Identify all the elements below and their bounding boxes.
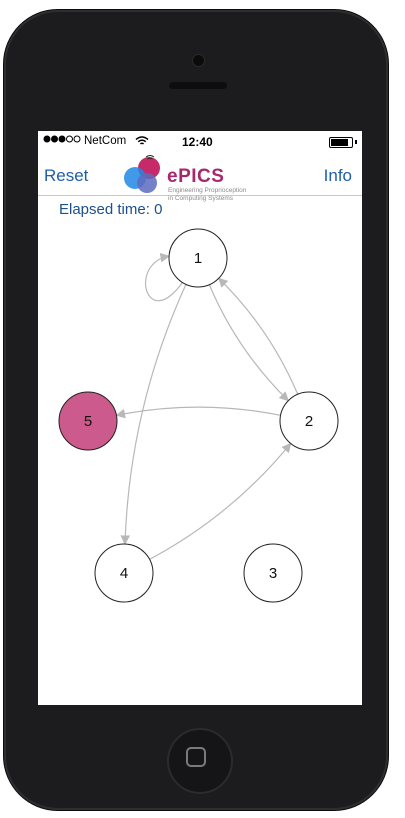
node-5-label: 5 (84, 413, 92, 430)
edge-1-to-4 (120, 284, 187, 545)
node-4-label: 4 (120, 565, 128, 582)
node-1[interactable]: 1 (168, 228, 228, 288)
node-5[interactable]: 5 (58, 391, 118, 451)
app-screen: NetCom 12:40 Reset ePICS Engineering Pro… (38, 131, 362, 705)
edge-2-to-1 (218, 277, 299, 395)
node-2-label: 2 (305, 413, 313, 430)
front-camera (192, 54, 205, 67)
earpiece-speaker (169, 82, 227, 89)
edge-2-to-5 (115, 406, 281, 419)
home-square-icon (186, 747, 206, 767)
node-3[interactable]: 3 (243, 543, 303, 603)
node-2[interactable]: 2 (279, 391, 339, 451)
node-4[interactable]: 4 (94, 543, 154, 603)
node-1-label: 1 (194, 250, 202, 267)
node-3-label: 3 (269, 565, 277, 582)
edge-1-to-2 (208, 284, 289, 402)
edge-4-to-2 (149, 442, 292, 560)
state-graph: 1 2 3 4 5 (58, 228, 339, 603)
phone-frame: NetCom 12:40 Reset ePICS Engineering Pro… (4, 10, 388, 810)
